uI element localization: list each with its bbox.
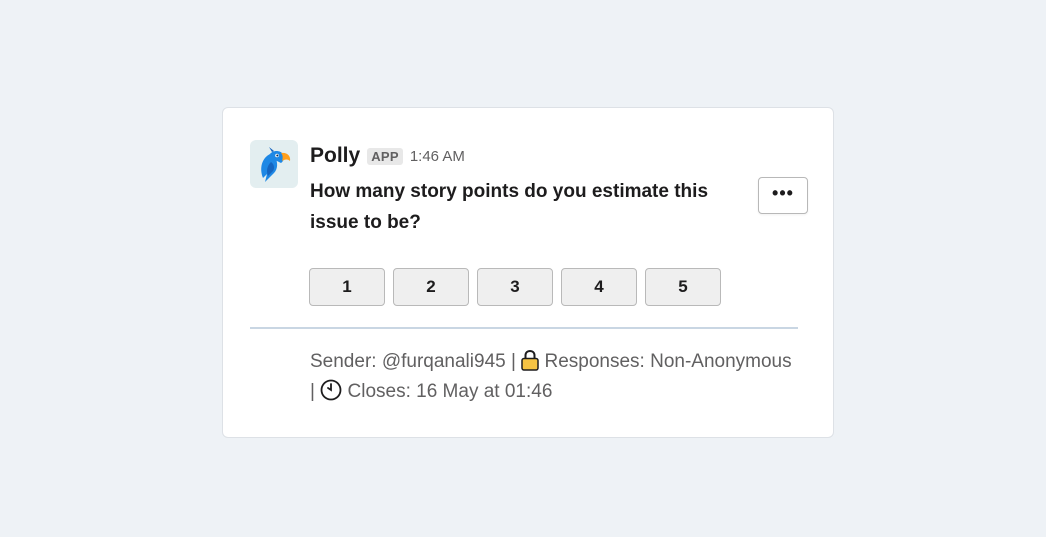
footer-separator: | [310, 381, 315, 402]
more-actions-button[interactable]: ••• [758, 177, 808, 214]
option-button-4[interactable]: 4 [561, 268, 637, 306]
divider [250, 327, 798, 329]
app-name[interactable]: Polly [310, 144, 360, 168]
sender-text: Sender: @furqanali945 | [310, 351, 516, 372]
more-dots-icon: ••• [772, 182, 794, 203]
poll-footer: Sender: @furqanali945 | Responses: Non-A… [310, 349, 810, 409]
poll-options: 1 2 3 4 5 [309, 268, 721, 306]
clock-icon [320, 379, 342, 409]
message-header: Polly APP 1:46 AM [310, 143, 465, 169]
poll-message-card: Polly APP 1:46 AM How many story points … [222, 107, 834, 438]
option-button-1[interactable]: 1 [309, 268, 385, 306]
polly-avatar[interactable] [250, 140, 298, 188]
option-button-2[interactable]: 2 [393, 268, 469, 306]
message-timestamp[interactable]: 1:46 AM [410, 148, 465, 165]
lock-icon [521, 349, 539, 379]
option-button-5[interactable]: 5 [645, 268, 721, 306]
polly-parrot-logo-icon [261, 147, 291, 182]
app-badge: APP [367, 147, 403, 165]
poll-question: How many story points do you estimate th… [310, 181, 709, 233]
option-button-3[interactable]: 3 [477, 268, 553, 306]
closes-text: Closes: 16 May at 01:46 [347, 381, 553, 402]
responses-text: Responses: Non-Anonymous [544, 351, 792, 372]
